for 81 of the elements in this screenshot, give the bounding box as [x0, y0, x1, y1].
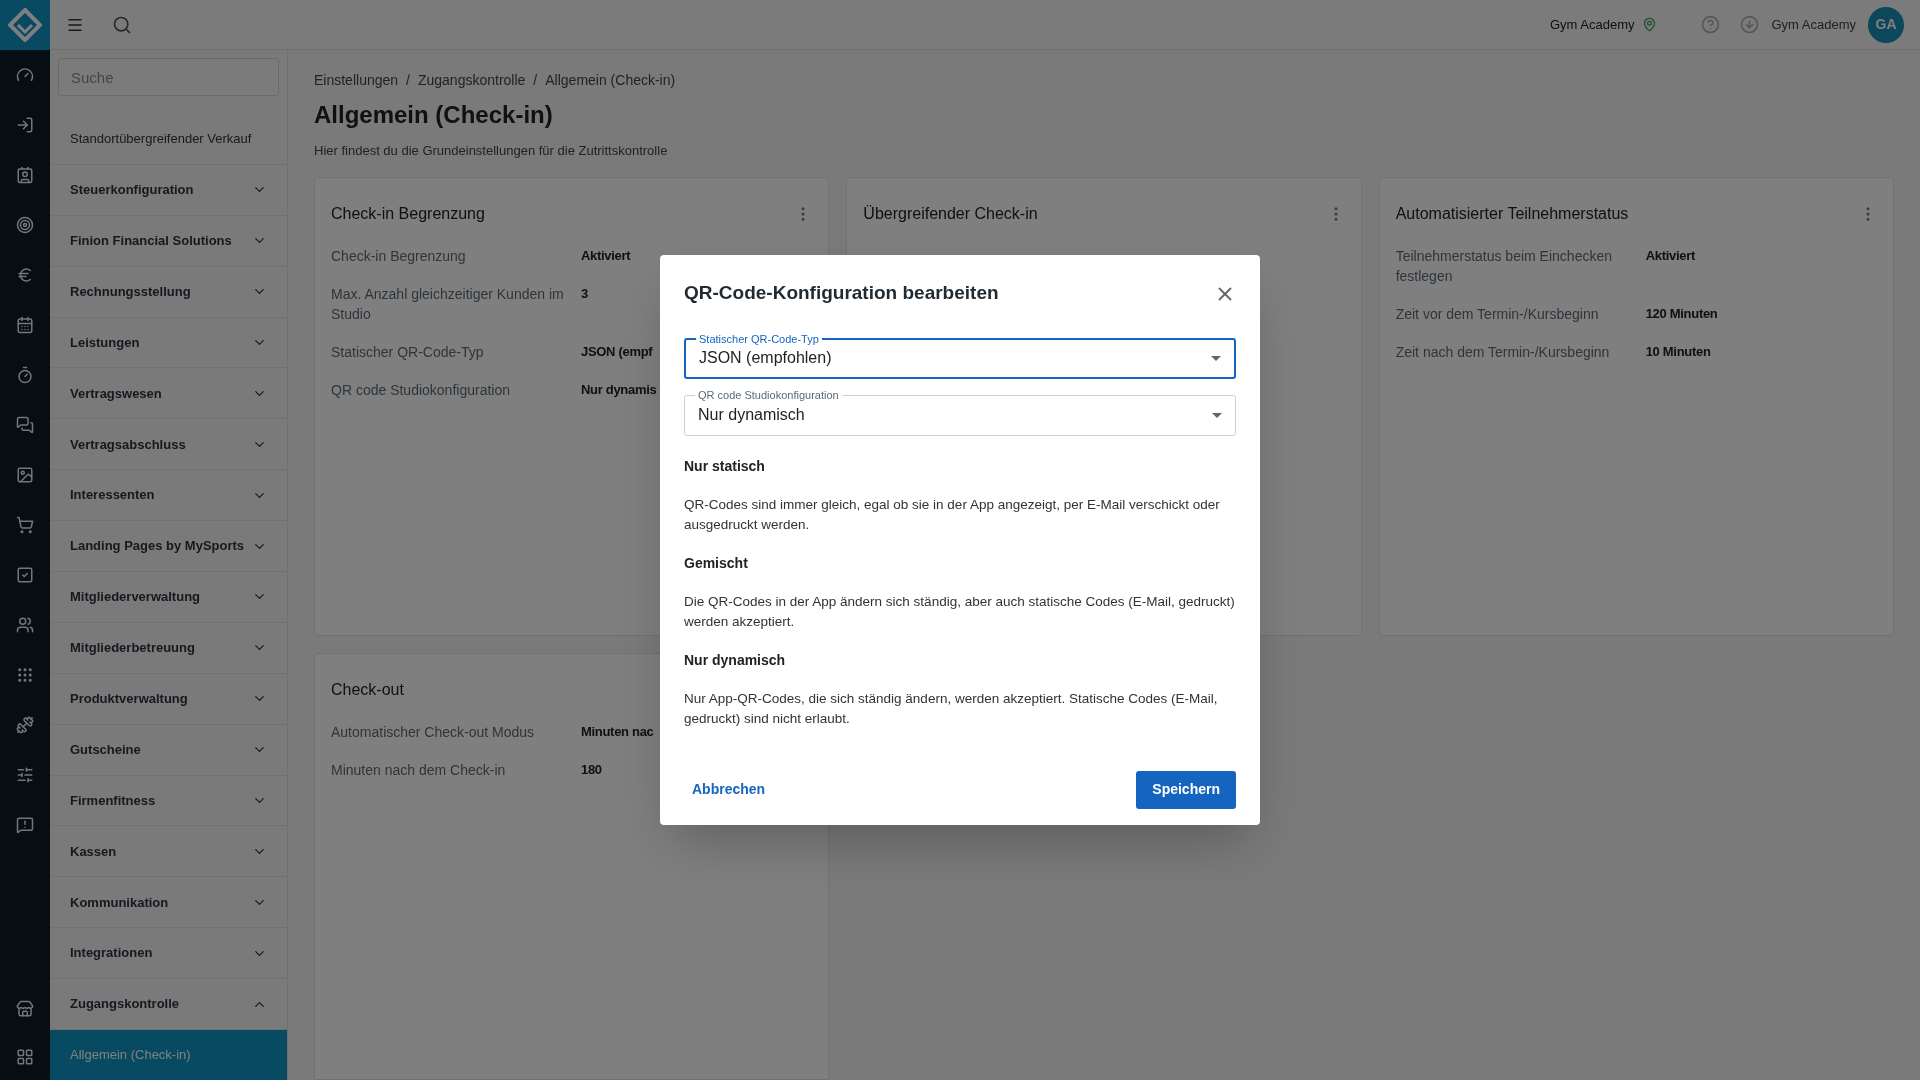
- cancel-button[interactable]: Abbrechen: [684, 770, 774, 809]
- setting-label: Statischer QR-Code-Typ: [331, 342, 485, 362]
- search-icon[interactable]: [112, 14, 132, 35]
- dropdown-arrow-icon: [1211, 355, 1221, 361]
- option-heading: Nur statisch: [684, 456, 766, 476]
- dialog-title: QR-Code-Konfiguration bearbeiten: [684, 281, 999, 306]
- card-title: Check-out: [331, 679, 404, 700]
- sidebar-item[interactable]: Gutscheine: [50, 724, 287, 776]
- sidebar-item[interactable]: Vertragsabschluss: [50, 419, 287, 471]
- login-icon[interactable]: [16, 116, 34, 134]
- option-description: QR-Codes sind immer gleich, egal ob sie in der App angezeigt, per E-Mail verschickt oder ausgedruckt werden.: [684, 495, 1221, 534]
- breadcrumb-link[interactable]: Zugangskontrolle: [417, 70, 526, 91]
- card-title: Check-in Begrenzung: [331, 203, 485, 224]
- dropdown-arrow-icon: [1212, 412, 1222, 418]
- breadcrumb-separator: /: [406, 71, 410, 90]
- chat-icon[interactable]: [16, 416, 34, 434]
- help-message-icon[interactable]: [16, 816, 34, 834]
- calendar-icon[interactable]: [16, 316, 34, 334]
- image-icon[interactable]: [16, 466, 34, 484]
- setting-value: Minuten nac: [581, 722, 654, 741]
- dumbbell-icon[interactable]: [16, 716, 34, 734]
- timer-icon[interactable]: [16, 366, 34, 384]
- sidebar-subitem[interactable]: Allgemein (Check-in): [50, 1030, 287, 1080]
- breadcrumb-separator: /: [533, 71, 538, 90]
- setting-label: Max. Anzahl gleichzeitiger Kunden im Studio: [331, 284, 565, 324]
- sidebar-item[interactable]: Mitgliederverwaltung: [50, 572, 287, 623]
- sidebar-item[interactable]: Interessenten: [50, 470, 287, 522]
- setting-value: 120 Minuten: [1645, 304, 1718, 323]
- page-title: Allgemein (Check-in): [314, 100, 554, 130]
- contact-card-icon[interactable]: [16, 166, 34, 184]
- setting-label: Teilnehmerstatus beim Einchecken festlegen: [1395, 246, 1613, 286]
- sidebar-item[interactable]: Kommunikation: [50, 877, 287, 929]
- user-avatar[interactable]: GA: [1868, 6, 1904, 43]
- store-icon[interactable]: [16, 1000, 34, 1018]
- sidebar-item[interactable]: Steuerkonfiguration: [50, 164, 287, 216]
- setting-label: Minuten nach dem Check-in: [331, 760, 507, 780]
- setting-value: Nur dynamis: [581, 380, 657, 399]
- sidebar-item[interactable]: Vertragswesen: [50, 368, 287, 420]
- sidebar-item[interactable]: Standortübergreifender Verkauf: [50, 114, 287, 165]
- map-pin-icon: [1642, 17, 1658, 32]
- logo-icon[interactable]: [0, 0, 50, 50]
- dots-icon[interactable]: [16, 666, 34, 684]
- setting-label: Check-in Begrenzung: [331, 246, 467, 266]
- setting-value: 180: [581, 760, 602, 779]
- setting-value: 3: [581, 284, 588, 303]
- option-description: Die QR-Codes in der App ändern sich ständig, aber auch statische Codes (E-Mail, gedruckt) werden akzeptiert.: [684, 592, 1236, 631]
- target-icon[interactable]: [16, 216, 34, 234]
- gauge-icon[interactable]: [16, 66, 34, 84]
- option-heading: Nur dynamisch: [684, 650, 787, 670]
- card-title: Übergreifender Check-in: [863, 203, 1038, 224]
- setting-label: Zeit nach dem Termin-/Kursbeginn: [1395, 342, 1611, 362]
- sidebar-item[interactable]: Firmenfitness: [50, 775, 287, 827]
- setting-label: Zeit vor dem Termin-/Kursbeginn: [1395, 304, 1600, 324]
- euro-icon[interactable]: [16, 266, 34, 284]
- users-icon[interactable]: [16, 616, 34, 634]
- sidebar-item[interactable]: Leistungen: [50, 317, 287, 369]
- sidebar-item[interactable]: Rechnungsstellung: [50, 266, 287, 318]
- sidebar-item[interactable]: Integrationen: [50, 928, 287, 980]
- setting-label: Automatischer Check-out Modus: [331, 722, 536, 742]
- setting-value: Aktiviert: [581, 246, 631, 265]
- checkbox-icon[interactable]: [16, 566, 34, 584]
- card-title: Automatisierter Teilnehmerstatus: [1395, 203, 1629, 224]
- option-heading: Gemischt: [684, 553, 749, 573]
- page-subtitle: Hier findest du die Grundeinstellungen für die Zutrittskontrolle: [314, 142, 669, 160]
- sidebar-item[interactable]: Landing Pages by MySports: [50, 521, 287, 572]
- breadcrumb-link[interactable]: Einstellungen: [314, 70, 399, 91]
- sidebar-item[interactable]: Kassen: [50, 826, 287, 878]
- option-description: Nur App-QR-Codes, die sich ständig ändern, werden akzeptiert. Statische Codes (E-Mail, gedruckt) sind nicht erlaubt.: [684, 689, 1219, 728]
- setting-value: 10 Minuten: [1645, 342, 1711, 361]
- save-button[interactable]: Speichern: [1136, 770, 1236, 809]
- setting-label: QR code Studiokonfiguration: [331, 380, 511, 400]
- setting-value: Aktiviert: [1645, 246, 1695, 265]
- setting-value: JSON (empf: [581, 342, 653, 361]
- cart-icon[interactable]: [16, 516, 34, 534]
- sliders-icon[interactable]: [16, 766, 34, 784]
- grid-icon[interactable]: [16, 1048, 34, 1066]
- sidebar-item[interactable]: Produktverwaltung: [50, 673, 287, 725]
- user-name[interactable]: Gym Academy: [1771, 14, 1856, 35]
- sidebar-item[interactable]: Mitgliederbetreuung: [50, 622, 287, 674]
- location-name[interactable]: Gym Academy: [1549, 14, 1635, 35]
- sidebar-item[interactable]: Finion Financial Solutions: [50, 215, 287, 267]
